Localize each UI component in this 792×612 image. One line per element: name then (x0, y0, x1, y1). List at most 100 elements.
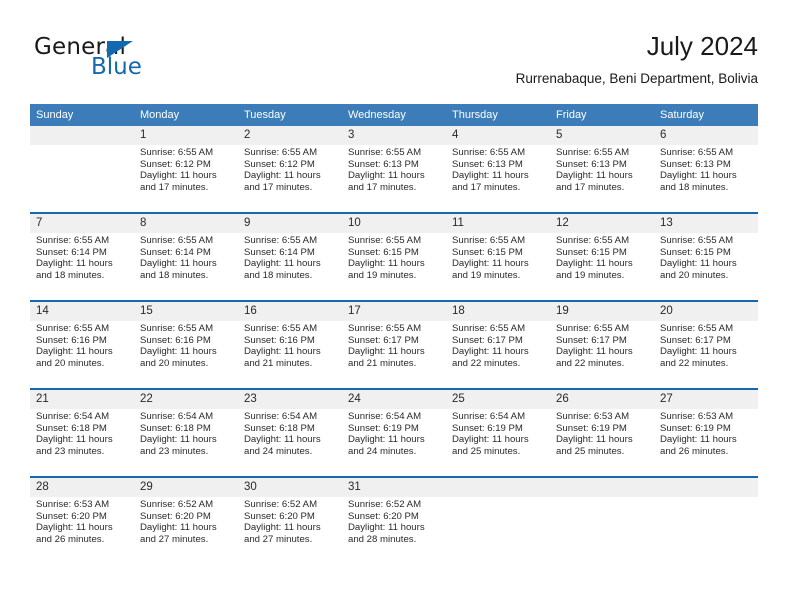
day-details: Sunrise: 6:55 AM Sunset: 6:13 PM Daylight:… (342, 145, 446, 193)
weekday-header-tuesday: Tuesday (238, 104, 342, 126)
calendar-day-cell[interactable]: 5 Sunrise: 6:55 AM Sunset: 6:13 PM Daylight… (550, 126, 654, 212)
calendar-day-cell[interactable]: 6 Sunrise: 6:55 AM Sunset: 6:13 PM Daylight… (654, 126, 758, 212)
calendar-day-cell[interactable]: 30 Sunrise: 6:52 AM Sunset: 6:20 PM Dayligh… (238, 478, 342, 564)
calendar-day-cell[interactable]: 25 Sunrise: 6:54 AM Sunset: 6:19 PM Dayligh… (446, 390, 550, 476)
calendar-day-cell[interactable]: 29 Sunrise: 6:52 AM Sunset: 6:20 PM Dayligh… (134, 478, 238, 564)
calendar-day-cell[interactable]: 16 Sunrise: 6:55 AM Sunset: 6:16 PM Dayligh… (238, 302, 342, 388)
calendar-week-row: 14 Sunrise: 6:55 AM Sunset: 6:16 PM Dayligh… (30, 302, 758, 388)
day-details: Sunrise: 6:55 AM Sunset: 6:17 PM Daylight:… (446, 321, 550, 369)
day-cell-inner (30, 126, 134, 212)
sunrise-text: Sunrise: 6:55 AM (140, 323, 214, 334)
page-header: General Blue July 2024 Rurrenabaque, Ben… (34, 30, 758, 96)
daylight-text-line2: and 19 minutes. (452, 269, 521, 281)
general-blue-logo[interactable]: General Blue (34, 34, 264, 90)
day-number (446, 478, 550, 497)
calendar-day-cell[interactable]: 12 Sunrise: 6:55 AM Sunset: 6:15 PM Dayligh… (550, 214, 654, 300)
sunset-text: Sunset: 6:20 PM (348, 510, 419, 522)
daylight-text-line2: and 18 minutes. (660, 181, 729, 193)
calendar-day-cell[interactable] (446, 478, 550, 564)
sunrise-text: Sunrise: 6:55 AM (452, 235, 526, 246)
daylight-text-line1: Daylight: 11 hours (140, 170, 217, 182)
daylight-text-line1: Daylight: 11 hours (36, 346, 113, 358)
sunrise-text: Sunrise: 6:55 AM (348, 323, 422, 334)
calendar-day-cell[interactable]: 18 Sunrise: 6:55 AM Sunset: 6:17 PM Dayligh… (446, 302, 550, 388)
title-block: July 2024 Rurrenabaque, Beni Department,… (516, 30, 758, 87)
daylight-text-line2: and 17 minutes. (140, 181, 209, 193)
day-number: 22 (134, 390, 238, 409)
calendar-day-cell[interactable]: 7 Sunrise: 6:55 AM Sunset: 6:14 PM Daylight… (30, 214, 134, 300)
calendar-day-cell[interactable] (30, 126, 134, 212)
day-number: 16 (238, 302, 342, 321)
day-number (30, 126, 134, 145)
calendar-day-cell[interactable]: 26 Sunrise: 6:53 AM Sunset: 6:19 PM Dayligh… (550, 390, 654, 476)
calendar-day-cell[interactable]: 14 Sunrise: 6:55 AM Sunset: 6:16 PM Dayligh… (30, 302, 134, 388)
daylight-text-line2: and 20 minutes. (140, 357, 209, 369)
calendar-day-cell[interactable]: 20 Sunrise: 6:55 AM Sunset: 6:17 PM Dayligh… (654, 302, 758, 388)
calendar-day-cell[interactable]: 9 Sunrise: 6:55 AM Sunset: 6:14 PM Daylight… (238, 214, 342, 300)
sunset-text: Sunset: 6:20 PM (36, 510, 107, 522)
daylight-text-line2: and 27 minutes. (244, 533, 313, 545)
daylight-text-line1: Daylight: 11 hours (140, 258, 217, 270)
day-cell-inner: 19 Sunrise: 6:55 AM Sunset: 6:17 PM Dayligh… (550, 302, 654, 388)
calendar-day-cell[interactable]: 27 Sunrise: 6:53 AM Sunset: 6:19 PM Dayligh… (654, 390, 758, 476)
sunset-text: Sunset: 6:17 PM (660, 334, 731, 346)
day-cell-inner: 24 Sunrise: 6:54 AM Sunset: 6:19 PM Dayligh… (342, 390, 446, 476)
sunset-text: Sunset: 6:16 PM (244, 334, 315, 346)
calendar-day-cell[interactable]: 23 Sunrise: 6:54 AM Sunset: 6:18 PM Dayligh… (238, 390, 342, 476)
calendar-day-cell[interactable]: 19 Sunrise: 6:55 AM Sunset: 6:17 PM Dayligh… (550, 302, 654, 388)
calendar-day-cell[interactable]: 10 Sunrise: 6:55 AM Sunset: 6:15 PM Dayligh… (342, 214, 446, 300)
day-number: 20 (654, 302, 758, 321)
calendar-week-row: 1 Sunrise: 6:55 AM Sunset: 6:12 PM Daylight… (30, 126, 758, 212)
daylight-text-line1: Daylight: 11 hours (36, 522, 113, 534)
daylight-text-line2: and 22 minutes. (452, 357, 521, 369)
day-cell-inner: 22 Sunrise: 6:54 AM Sunset: 6:18 PM Dayligh… (134, 390, 238, 476)
daylight-text-line2: and 27 minutes. (140, 533, 209, 545)
daylight-text-line2: and 18 minutes. (244, 269, 313, 281)
day-number: 27 (654, 390, 758, 409)
sunset-text: Sunset: 6:20 PM (244, 510, 315, 522)
weekday-header-saturday: Saturday (654, 104, 758, 126)
day-cell-inner: 10 Sunrise: 6:55 AM Sunset: 6:15 PM Dayligh… (342, 214, 446, 300)
daylight-text-line1: Daylight: 11 hours (452, 434, 529, 446)
calendar-day-cell[interactable]: 3 Sunrise: 6:55 AM Sunset: 6:13 PM Daylight… (342, 126, 446, 212)
weekday-header-thursday: Thursday (446, 104, 550, 126)
calendar-page: General Blue July 2024 Rurrenabaque, Ben… (0, 0, 792, 612)
day-number: 25 (446, 390, 550, 409)
calendar-day-cell[interactable]: 28 Sunrise: 6:53 AM Sunset: 6:20 PM Dayligh… (30, 478, 134, 564)
calendar-day-cell[interactable]: 4 Sunrise: 6:55 AM Sunset: 6:13 PM Daylight… (446, 126, 550, 212)
day-number: 11 (446, 214, 550, 233)
day-details: Sunrise: 6:52 AM Sunset: 6:20 PM Daylight:… (238, 497, 342, 545)
page-title: July 2024 (646, 31, 758, 61)
calendar-day-cell[interactable] (550, 478, 654, 564)
sunrise-text: Sunrise: 6:55 AM (660, 235, 734, 246)
calendar-day-cell[interactable]: 17 Sunrise: 6:55 AM Sunset: 6:17 PM Dayligh… (342, 302, 446, 388)
sunset-text: Sunset: 6:12 PM (244, 158, 315, 170)
day-number: 19 (550, 302, 654, 321)
calendar-day-cell[interactable]: 8 Sunrise: 6:55 AM Sunset: 6:14 PM Daylight… (134, 214, 238, 300)
calendar-day-cell[interactable]: 22 Sunrise: 6:54 AM Sunset: 6:18 PM Dayligh… (134, 390, 238, 476)
calendar-day-cell[interactable]: 13 Sunrise: 6:55 AM Sunset: 6:15 PM Dayligh… (654, 214, 758, 300)
day-cell-inner: 23 Sunrise: 6:54 AM Sunset: 6:18 PM Dayligh… (238, 390, 342, 476)
sunrise-text: Sunrise: 6:55 AM (244, 323, 318, 334)
daylight-text-line2: and 21 minutes. (244, 357, 313, 369)
calendar-day-cell[interactable] (654, 478, 758, 564)
calendar-day-cell[interactable]: 1 Sunrise: 6:55 AM Sunset: 6:12 PM Daylight… (134, 126, 238, 212)
calendar-day-cell[interactable]: 2 Sunrise: 6:55 AM Sunset: 6:12 PM Daylight… (238, 126, 342, 212)
calendar-day-cell[interactable]: 15 Sunrise: 6:55 AM Sunset: 6:16 PM Dayligh… (134, 302, 238, 388)
calendar-day-cell[interactable]: 31 Sunrise: 6:52 AM Sunset: 6:20 PM Dayligh… (342, 478, 446, 564)
sunrise-text: Sunrise: 6:55 AM (244, 147, 318, 158)
day-details: Sunrise: 6:55 AM Sunset: 6:15 PM Daylight:… (342, 233, 446, 281)
day-details: Sunrise: 6:55 AM Sunset: 6:15 PM Daylight:… (446, 233, 550, 281)
daylight-text-line1: Daylight: 11 hours (244, 258, 321, 270)
sunset-text: Sunset: 6:19 PM (556, 422, 627, 434)
calendar-day-cell[interactable]: 21 Sunrise: 6:54 AM Sunset: 6:18 PM Dayligh… (30, 390, 134, 476)
day-details: Sunrise: 6:55 AM Sunset: 6:16 PM Daylight:… (134, 321, 238, 369)
weekday-header-row: Sunday Monday Tuesday Wednesday Thursday… (30, 104, 758, 126)
calendar-day-cell[interactable]: 11 Sunrise: 6:55 AM Sunset: 6:15 PM Dayligh… (446, 214, 550, 300)
sunrise-text: Sunrise: 6:53 AM (36, 499, 110, 510)
day-number: 10 (342, 214, 446, 233)
daylight-text-line1: Daylight: 11 hours (556, 258, 633, 270)
daylight-text-line2: and 24 minutes. (348, 445, 417, 457)
day-cell-inner: 7 Sunrise: 6:55 AM Sunset: 6:14 PM Daylight… (30, 214, 134, 300)
calendar-day-cell[interactable]: 24 Sunrise: 6:54 AM Sunset: 6:19 PM Dayligh… (342, 390, 446, 476)
